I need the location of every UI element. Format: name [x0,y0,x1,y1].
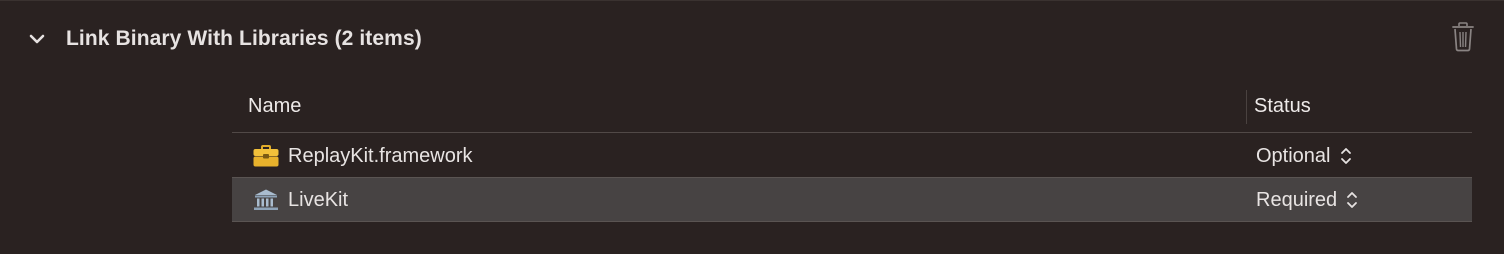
table-row[interactable]: ReplayKit.framework Optional [232,134,1472,178]
section-title: Link Binary With Libraries (2 items) [66,27,422,50]
column-divider[interactable] [1246,90,1247,124]
library-name: LiveKit [288,189,349,211]
table-row-selected[interactable]: LiveKit Required [232,178,1472,222]
chevron-down-icon[interactable] [26,28,48,50]
status-popup-button[interactable]: Optional [1256,141,1353,171]
status-value: Optional [1256,144,1331,167]
up-down-chevron-icon [1340,148,1351,164]
library-name: ReplayKit.framework [288,145,473,167]
row-divider [232,221,1472,222]
column-header-name[interactable]: Name [248,95,301,118]
header-divider [232,132,1472,133]
section-header[interactable]: Link Binary With Libraries (2 items) [0,18,1504,60]
toolbox-icon [253,145,279,167]
status-popup-button[interactable]: Required [1256,185,1359,215]
table-header: Name Status [232,84,1472,133]
status-value: Required [1256,188,1338,211]
link-binary-build-phase: Link Binary With Libraries (2 items) Nam… [0,0,1504,254]
top-divider [0,0,1504,1]
trash-icon[interactable] [1450,22,1476,52]
up-down-chevron-icon [1347,192,1358,208]
libraries-table: Name Status ReplayKit.framework Optional [232,84,1472,222]
library-building-icon [254,189,278,210]
column-header-status[interactable]: Status [1254,95,1311,118]
